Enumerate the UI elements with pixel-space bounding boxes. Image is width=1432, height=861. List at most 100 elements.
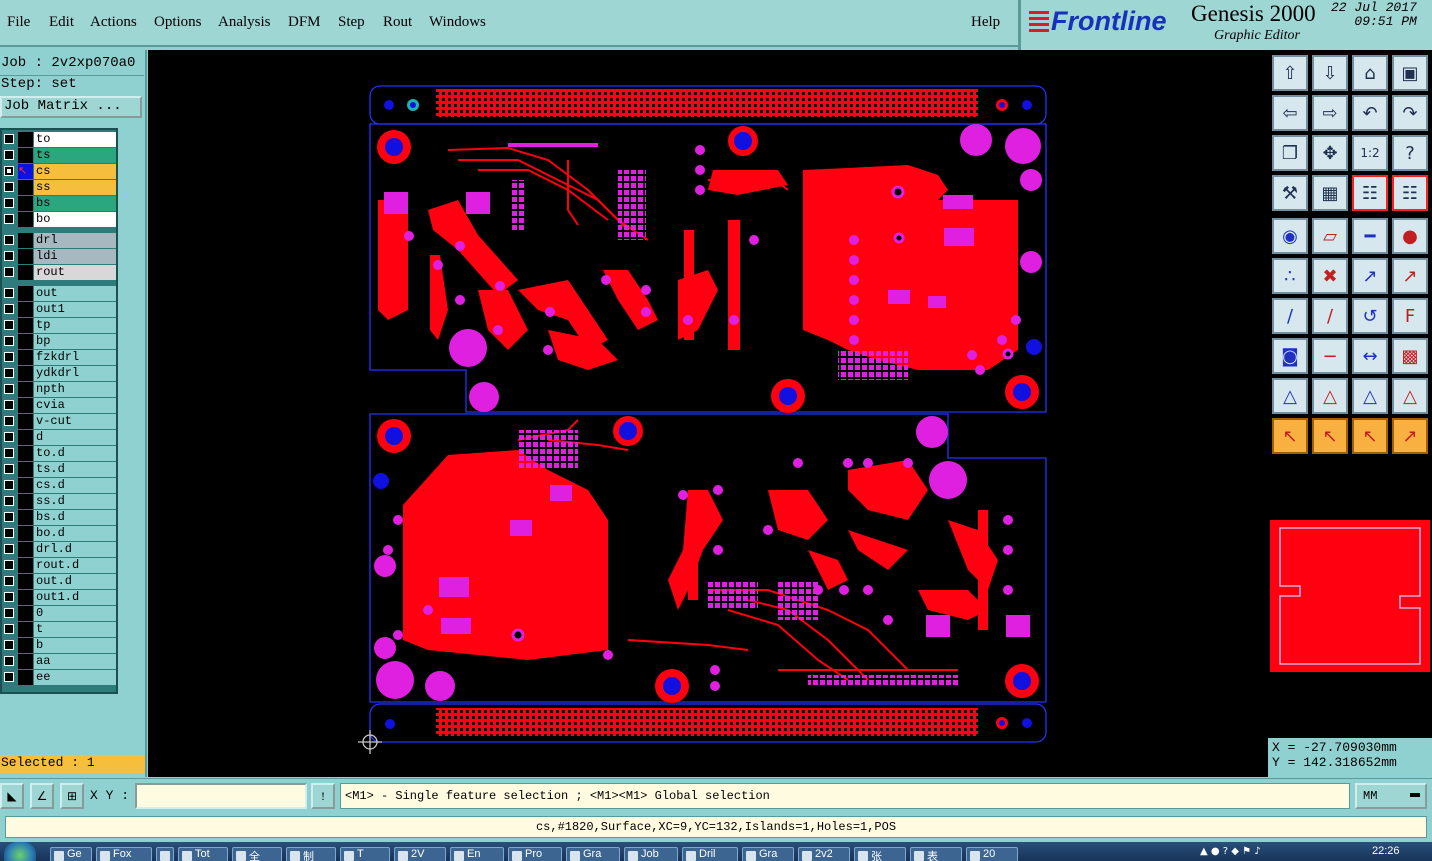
snap-b-button[interactable]: ↗ (1392, 258, 1428, 294)
layer-row-ss[interactable]: ss (2, 180, 118, 195)
layer-row-out[interactable]: out (2, 286, 118, 301)
one-to-one-button[interactable]: 1:2 (1352, 135, 1388, 171)
layer-row-cs.d[interactable]: cs.d (2, 478, 118, 493)
angle-mode-button[interactable]: ∠ (30, 783, 54, 809)
taskbar-item[interactable]: En (450, 847, 504, 861)
layer-row-d[interactable]: d (2, 430, 118, 445)
layer-checkbox[interactable] (4, 672, 14, 682)
layer-checkbox[interactable] (4, 480, 14, 490)
tri-b-button[interactable]: △ (1312, 378, 1348, 414)
layer-name[interactable]: bo.d (34, 526, 116, 541)
layer-name[interactable]: bp (34, 334, 116, 349)
tri-a-button[interactable]: △ (1272, 378, 1308, 414)
layer-row-b[interactable]: b (2, 638, 118, 653)
layer-row-out1.d[interactable]: out1.d (2, 590, 118, 605)
layer-swatch[interactable] (18, 654, 33, 669)
menu-help[interactable]: Help (971, 14, 1000, 31)
layer-checkbox[interactable] (4, 464, 14, 474)
layer-name[interactable]: ee (34, 670, 116, 685)
cross-button[interactable]: ✖ (1312, 258, 1348, 294)
layer-name[interactable]: out (34, 286, 116, 301)
layer-row-0[interactable]: 0 (2, 606, 118, 621)
taskbar-item[interactable]: Gra (742, 847, 794, 861)
layer-swatch[interactable] (18, 249, 33, 264)
layer-row-bp[interactable]: bp (2, 334, 118, 349)
menu-dfm[interactable]: DFM (288, 14, 321, 31)
menu-rout[interactable]: Rout (383, 14, 412, 31)
layer-swatch[interactable] (18, 638, 33, 653)
layer-name[interactable]: bs.d (34, 510, 116, 525)
layer-checkbox[interactable] (4, 576, 14, 586)
move-left-button[interactable]: ⇦ (1272, 95, 1308, 131)
layer-row-bs.d[interactable]: bs.d (2, 510, 118, 525)
layer-name[interactable]: drl.d (34, 542, 116, 557)
layer-name[interactable]: ydkdrl (34, 366, 116, 381)
layer-checkbox[interactable] (4, 150, 14, 160)
layer-checkbox[interactable] (4, 608, 14, 618)
layer-swatch[interactable] (18, 180, 33, 195)
layer-swatch[interactable] (18, 148, 33, 163)
layer-swatch[interactable] (18, 414, 33, 429)
layer-row-aa[interactable]: aa (2, 654, 118, 669)
select-net-button[interactable]: ↗ (1392, 418, 1428, 454)
undo-button[interactable]: ↶ (1352, 95, 1388, 131)
fit-button[interactable]: ❐ (1272, 135, 1308, 171)
menu-options[interactable]: Options (154, 14, 202, 31)
taskbar-item[interactable]: T (340, 847, 390, 861)
layer-row-npth[interactable]: npth (2, 382, 118, 397)
layer-swatch[interactable] (18, 542, 33, 557)
layer-checkbox[interactable] (4, 214, 14, 224)
layer-name[interactable]: bs (34, 196, 116, 211)
layer-checkbox[interactable] (4, 416, 14, 426)
layer-row-out.d[interactable]: out.d (2, 574, 118, 589)
select-c-button[interactable]: ↖ (1352, 418, 1388, 454)
select-button[interactable]: ↖ (1272, 418, 1308, 454)
pad-net-button[interactable]: ◙ (1272, 338, 1308, 374)
layer-swatch[interactable] (18, 606, 33, 621)
layer-checkbox[interactable] (4, 512, 14, 522)
layer-checkbox[interactable] (4, 592, 14, 602)
taskbar-item[interactable]: 制 (286, 847, 336, 861)
layer-name[interactable]: tp (34, 318, 116, 333)
layer-checkbox[interactable] (4, 352, 14, 362)
select-b-button[interactable]: ↖ (1312, 418, 1348, 454)
layer-checkbox[interactable] (4, 496, 14, 506)
overview-window[interactable] (1268, 460, 1432, 740)
menu-actions[interactable]: Actions (90, 14, 137, 31)
layer-row-ydkdrl[interactable]: ydkdrl (2, 366, 118, 381)
layer-checkbox[interactable] (4, 544, 14, 554)
layer-name[interactable]: cs.d (34, 478, 116, 493)
taskbar-item[interactable]: 2v2 (798, 847, 850, 861)
layer-name[interactable]: drl (34, 233, 116, 248)
layer-a-button[interactable]: ☷ (1352, 175, 1388, 211)
layer-name[interactable]: fzkdrl (34, 350, 116, 365)
layer-checkbox[interactable] (4, 267, 14, 277)
layer-checkbox[interactable] (4, 624, 14, 634)
minus-button[interactable]: − (1312, 338, 1348, 374)
layer-row-drl.d[interactable]: drl.d (2, 542, 118, 557)
layer-name[interactable]: aa (34, 654, 116, 669)
layer-checkbox[interactable] (4, 640, 14, 650)
layer-name[interactable]: to.d (34, 446, 116, 461)
arc-button[interactable]: ↺ (1352, 298, 1388, 334)
layer-row-t[interactable]: t (2, 622, 118, 637)
tri-c-button[interactable]: △ (1352, 378, 1388, 414)
layer-row-fzkdrl[interactable]: fzkdrl (2, 350, 118, 365)
circle-button[interactable]: ● (1392, 218, 1428, 254)
layer-row-ts[interactable]: ts (2, 148, 118, 163)
layer-row-cs[interactable]: ↖ cs (2, 164, 118, 179)
layer-name[interactable]: rout.d (34, 558, 116, 573)
layer-checkbox[interactable] (4, 528, 14, 538)
taskbar-item[interactable]: Fox (96, 847, 152, 861)
layer-swatch[interactable] (18, 318, 33, 333)
layer-row-v-cut[interactable]: v-cut (2, 414, 118, 429)
layer-name[interactable]: out.d (34, 574, 116, 589)
layer-name[interactable]: 0 (34, 606, 116, 621)
info-button[interactable]: ! (311, 783, 335, 809)
snap-mode-button[interactable]: ◣ (0, 783, 24, 809)
layer-swatch[interactable] (18, 350, 33, 365)
layer-swatch[interactable] (18, 132, 33, 147)
layer-swatch[interactable] (18, 590, 33, 605)
layer-name[interactable]: rout (34, 265, 116, 280)
layer-swatch[interactable] (18, 558, 33, 573)
